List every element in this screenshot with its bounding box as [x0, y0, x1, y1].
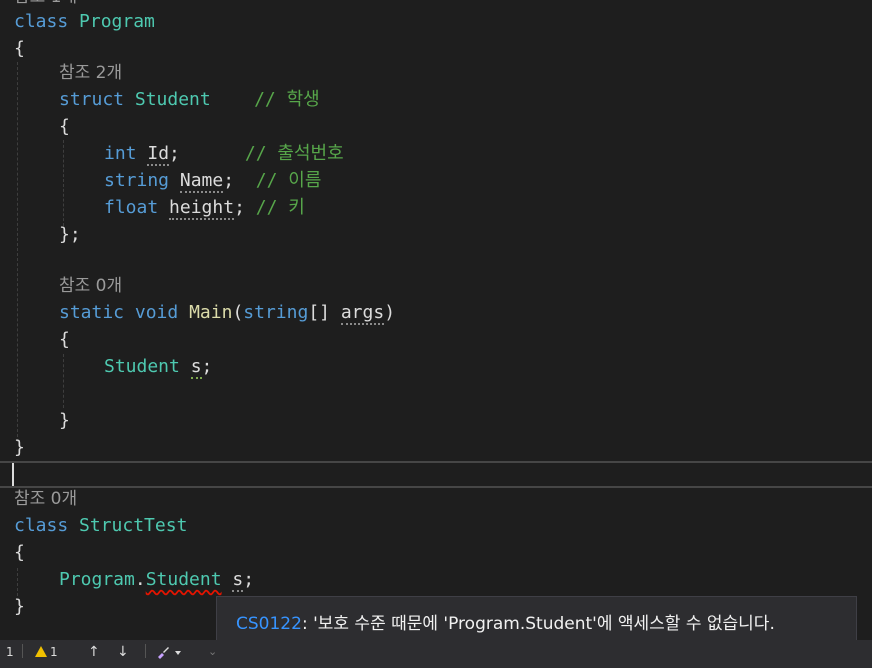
code-line: { — [14, 35, 25, 62]
semicolon: ; — [201, 356, 213, 377]
array-brackets: [] — [308, 302, 330, 323]
code-line: float height; // 키 — [104, 194, 305, 221]
comment: // 키 — [255, 197, 305, 218]
code-line: { — [59, 113, 70, 140]
editor-status-bar: 1 1 ↑ ↓ ⌄ — [0, 640, 872, 668]
field-name: Name — [179, 170, 224, 193]
comment: // 이름 — [255, 170, 322, 191]
line-number-indicator[interactable]: 1 — [6, 640, 14, 668]
divider — [145, 644, 146, 658]
comment: // 출석번호 — [244, 143, 344, 164]
dot: . — [134, 569, 146, 590]
close-brace: } — [14, 437, 25, 458]
local-variable-s: s — [190, 356, 202, 379]
code-editor[interactable]: 참조 1개 class Program { 참조 2개 struct Stude… — [0, 0, 872, 640]
open-brace: { — [59, 329, 70, 350]
method-name-main: Main — [189, 302, 233, 323]
error-type-student[interactable]: Student — [146, 569, 222, 590]
keyword-string: string — [243, 302, 309, 323]
keyword-static: static — [59, 302, 125, 323]
close-brace: } — [59, 410, 70, 431]
code-line: int Id; // 출석번호 — [104, 140, 344, 167]
code-line: Program.Student s; — [59, 566, 254, 593]
struct-close-brace: }; — [59, 224, 81, 245]
keyword-class: class — [14, 515, 69, 536]
indent-guide — [17, 568, 18, 596]
semicolon: ; — [169, 143, 180, 164]
code-line: }; — [59, 221, 81, 248]
code-line: } — [14, 593, 25, 620]
code-line: { — [14, 539, 25, 566]
type-student: Student — [104, 356, 180, 377]
code-line: } — [59, 407, 70, 434]
previous-issue-button[interactable]: ↑ — [88, 640, 100, 668]
close-brace: } — [14, 596, 25, 617]
field-height: height — [169, 197, 235, 220]
error-message: : '보호 수준 때문에 'Program.Student'에 액세스할 수 없… — [301, 614, 775, 634]
semicolon: ; — [234, 197, 245, 218]
brush-icon — [158, 647, 169, 659]
comment: // 학생 — [254, 89, 320, 110]
semicolon: ; — [243, 569, 255, 590]
field-s: s — [232, 569, 244, 592]
code-lens-references[interactable]: 참조 0개 — [14, 486, 77, 513]
open-brace: { — [59, 116, 70, 137]
warning-icon — [35, 646, 47, 657]
class-name-structtest: StructTest — [79, 515, 188, 536]
code-line: string Name; // 이름 — [104, 167, 321, 194]
param-args: args — [340, 302, 385, 325]
keyword-struct: struct — [59, 89, 125, 110]
error-code-link[interactable]: CS0122 — [236, 614, 302, 634]
indent-guide — [63, 354, 64, 408]
code-line: Student s; — [104, 353, 212, 380]
code-line: class Program — [14, 8, 155, 35]
keyword-class: class — [14, 11, 69, 32]
text-caret — [12, 463, 14, 486]
keyword-float: float — [104, 197, 159, 218]
code-line: { — [59, 326, 70, 353]
code-cleanup-button[interactable] — [156, 640, 182, 668]
semicolon: ; — [223, 170, 235, 191]
chevron-down-icon — [174, 651, 181, 655]
open-brace: { — [14, 38, 25, 59]
type-program: Program — [59, 569, 135, 590]
struct-name-student: Student — [134, 89, 211, 110]
code-lens-references[interactable]: 참조 2개 — [59, 60, 122, 87]
next-issue-button[interactable]: ↓ — [117, 640, 129, 668]
code-line: class StructTest — [14, 512, 187, 539]
field-id: Id — [147, 143, 170, 166]
code-lens-references[interactable]: 참조 0개 — [59, 273, 122, 300]
code-line: struct Student // 학생 — [59, 86, 320, 113]
current-line-highlight — [0, 461, 872, 488]
keyword-int: int — [104, 143, 137, 164]
divider — [22, 644, 23, 658]
code-line: static void Main(string[] args) — [59, 299, 395, 326]
warning-count: 1 — [50, 645, 58, 659]
paren-close: ) — [384, 302, 396, 323]
keyword-string: string — [104, 170, 170, 191]
paren-open: ( — [232, 302, 244, 323]
chevron-icon: ⌄ — [208, 645, 218, 658]
class-name-program: Program — [79, 11, 155, 32]
open-brace: { — [14, 542, 25, 563]
warning-indicator[interactable]: 1 — [35, 640, 58, 668]
keyword-void: void — [134, 302, 179, 323]
indent-guide — [17, 62, 18, 442]
code-line: } — [14, 434, 25, 461]
indent-guide — [63, 140, 64, 226]
